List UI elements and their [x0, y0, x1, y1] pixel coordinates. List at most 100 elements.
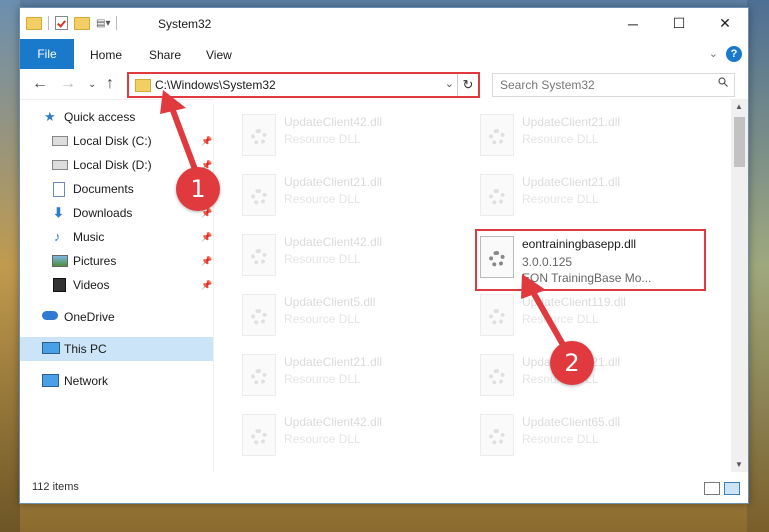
- tab-file[interactable]: File: [20, 39, 74, 69]
- dll-file-icon: [242, 174, 276, 216]
- sidebar-item-videos[interactable]: Videos 📌: [20, 273, 213, 297]
- sidebar-item-onedrive[interactable]: OneDrive: [20, 305, 213, 329]
- dll-file-icon: [480, 414, 514, 456]
- sidebar-item-quick-access[interactable]: ★ Quick access: [20, 105, 213, 129]
- toolbar-separator: [116, 16, 118, 30]
- music-icon: ♪: [54, 229, 61, 244]
- dll-file-icon: [480, 114, 514, 156]
- up-arrow-icon[interactable]: ↑: [106, 75, 114, 93]
- file-name: UpdateClient65.dll: [522, 415, 621, 429]
- forward-arrow-icon[interactable]: →: [60, 75, 76, 93]
- tab-home[interactable]: Home: [90, 45, 122, 65]
- search-input[interactable]: Search System32: [492, 73, 735, 97]
- documents-icon: [53, 182, 65, 197]
- sidebar-item-local-disk-c[interactable]: Local Disk (C:) 📌: [20, 129, 213, 153]
- scroll-up-icon[interactable]: ▲: [735, 102, 743, 111]
- gear-icon: [489, 129, 505, 145]
- pin-icon: 📌: [201, 256, 213, 266]
- file-description: Resource DLL: [284, 252, 361, 266]
- address-bar[interactable]: C:\Windows\System32 ⌄ ↻: [127, 72, 480, 98]
- sidebar-item-label: OneDrive: [64, 310, 115, 324]
- sidebar-item-label: Downloads: [73, 206, 133, 220]
- pin-icon: 📌: [201, 136, 213, 146]
- gear-icon: [251, 129, 267, 145]
- sidebar-item-label: Music: [73, 230, 105, 244]
- title-bar: ▤▾ System32 ─ ☐ ✕: [20, 8, 748, 39]
- tab-share[interactable]: Share: [149, 45, 181, 65]
- list-item[interactable]: UpdateClient119.dll Resource DLL: [474, 287, 704, 345]
- list-item[interactable]: UpdateClient42.dll Resource DLL: [236, 407, 466, 465]
- file-description: Resource DLL: [522, 192, 599, 206]
- file-name: UpdateClient21.dll: [522, 115, 621, 129]
- dll-file-icon: [242, 114, 276, 156]
- gear-icon: [489, 309, 505, 325]
- gear-icon: [251, 249, 267, 265]
- list-item[interactable]: UpdateClient42.dll Resource DLL: [236, 227, 466, 285]
- scroll-down-icon[interactable]: ▼: [735, 460, 743, 469]
- file-description: Resource DLL: [522, 432, 599, 446]
- pictures-icon: [52, 255, 68, 267]
- sidebar-item-label: Quick access: [64, 110, 136, 124]
- pin-icon: 📌: [201, 280, 213, 290]
- drive-icon: [52, 136, 68, 146]
- sidebar-item-network[interactable]: Network: [20, 369, 213, 393]
- details-view-icon[interactable]: [704, 482, 720, 495]
- help-icon[interactable]: ?: [726, 46, 742, 62]
- folder-icon[interactable]: [26, 16, 42, 30]
- window-title: System32: [158, 17, 212, 31]
- tab-view[interactable]: View: [206, 45, 232, 65]
- list-item[interactable]: UpdateClient65.dll Resource DLL: [474, 407, 704, 465]
- list-item[interactable]: UpdateClient21.dll Resource DLL: [236, 167, 466, 225]
- dll-file-icon: [480, 354, 514, 396]
- refresh-icon[interactable]: ↻: [457, 74, 478, 96]
- step-1-badge: 1: [176, 167, 220, 211]
- gear-icon: [251, 369, 267, 385]
- close-button[interactable]: ✕: [702, 8, 748, 39]
- address-dropdown-chevron-icon[interactable]: ⌄: [445, 77, 454, 90]
- highlight-box-file: [475, 229, 706, 291]
- sidebar-item-label: Pictures: [73, 254, 117, 268]
- list-item[interactable]: UpdateClient42.dll Resource DLL: [236, 107, 466, 165]
- recent-locations-chevron-icon[interactable]: ⌄: [88, 79, 96, 90]
- tiles-view-icon[interactable]: [724, 482, 740, 495]
- vertical-scrollbar[interactable]: ▲ ▼: [731, 99, 748, 472]
- gear-icon: [489, 369, 505, 385]
- expand-ribbon-chevron-icon[interactable]: ⌄: [709, 47, 718, 60]
- file-description: Resource DLL: [284, 192, 361, 206]
- new-folder-icon[interactable]: [74, 16, 90, 30]
- list-item[interactable]: UpdateClient21.dll Resource DLL: [474, 167, 704, 225]
- network-icon: [42, 374, 59, 387]
- sidebar-item-this-pc[interactable]: This PC: [20, 337, 213, 361]
- quick-access-toolbar: ▤▾: [26, 16, 118, 30]
- file-name: UpdateClient42.dll: [284, 415, 383, 429]
- back-arrow-icon[interactable]: ←: [32, 75, 48, 93]
- file-description: Resource DLL: [284, 312, 361, 326]
- sidebar-item-label: Local Disk (C:): [73, 134, 152, 148]
- file-name: UpdateClient119.dll: [522, 295, 626, 309]
- sidebar-item-pictures[interactable]: Pictures 📌: [20, 249, 213, 273]
- scrollbar-thumb[interactable]: [734, 117, 745, 167]
- ribbon: File Home Share View ⌄ ?: [20, 39, 748, 69]
- item-count: 112 items: [32, 481, 79, 493]
- sidebar-item-label: Documents: [73, 182, 134, 196]
- sidebar-item-label: Network: [64, 374, 109, 388]
- gear-icon: [489, 429, 505, 445]
- customize-toolbar-icon[interactable]: ▤▾: [96, 18, 110, 29]
- dll-file-icon: [480, 294, 514, 336]
- list-item[interactable]: UpdateClient5.dll Resource DLL: [236, 287, 466, 345]
- status-bar: 112 items: [20, 472, 748, 503]
- file-name: UpdateClient42.dll: [284, 115, 383, 129]
- maximize-button[interactable]: ☐: [656, 8, 702, 39]
- minimize-button[interactable]: ─: [610, 8, 656, 39]
- address-path[interactable]: C:\Windows\System32: [155, 78, 276, 92]
- search-icon: [718, 77, 728, 87]
- file-description: Resource DLL: [522, 132, 599, 146]
- properties-icon[interactable]: [55, 16, 68, 30]
- sidebar-item-label: Local Disk (D:): [73, 158, 152, 172]
- list-item[interactable]: UpdateClient21.dll Resource DLL: [474, 107, 704, 165]
- sidebar-item-music[interactable]: ♪ Music 📌: [20, 225, 213, 249]
- list-item[interactable]: UpdateClient21.dll Resource DLL: [236, 347, 466, 405]
- download-icon: ⬇: [53, 205, 64, 220]
- navigation-bar: ← → ⌄ ↑ C:\Windows\System32 ⌄ ↻ Search S…: [20, 69, 748, 100]
- file-name: UpdateClient21.dll: [522, 175, 621, 189]
